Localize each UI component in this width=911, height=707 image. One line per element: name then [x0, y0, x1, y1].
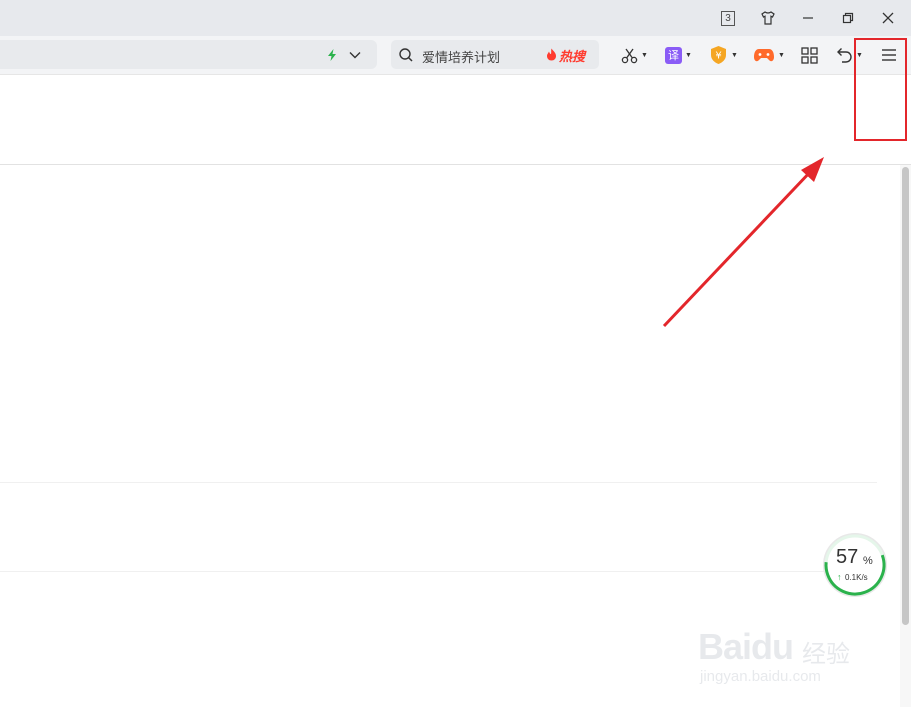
wallet-tool[interactable]: ¥ ▼	[709, 44, 738, 66]
watermark-sub: 经验	[802, 640, 850, 668]
chevron-down-icon: ▼	[731, 51, 738, 59]
content-divider	[0, 571, 877, 572]
lightning-icon	[328, 49, 336, 61]
close-icon	[882, 12, 894, 24]
watermark-url: jingyan.baidu.com	[700, 668, 821, 685]
translate-label: 译	[668, 48, 679, 62]
translate-icon: 译	[665, 46, 682, 64]
skin-button[interactable]	[756, 6, 780, 30]
fire-icon	[547, 48, 556, 61]
restore-button[interactable]	[836, 6, 860, 30]
shield-coin-icon: ¥	[711, 46, 726, 64]
search-input[interactable]: 爱情培养计划	[422, 47, 500, 66]
minimize-icon	[803, 17, 813, 19]
network-speed-widget[interactable]: 57 % ↑ 0.1K/s	[822, 532, 888, 598]
accelerate-button[interactable]	[323, 46, 341, 64]
baidu-watermark: Baidu 经验 jingyan.baidu.com	[698, 616, 868, 690]
scissors-icon	[621, 48, 638, 63]
speed-rate: 0.1K/s	[845, 573, 868, 582]
search-icon	[399, 48, 413, 62]
game-tool[interactable]: ▼	[753, 44, 785, 66]
minimize-button[interactable]	[796, 6, 820, 30]
chevron-down-icon: ▼	[778, 51, 785, 59]
watermark-brand: Baidu	[698, 626, 794, 667]
tab-count: 3	[721, 10, 735, 26]
upload-arrow-icon: ↑	[837, 572, 842, 582]
hot-search-label[interactable]: 热搜	[559, 46, 585, 65]
address-bar[interactable]	[0, 40, 377, 69]
gamepad-icon	[754, 48, 774, 61]
apps-button[interactable]	[801, 44, 818, 66]
screenshot-tool[interactable]: ▼	[621, 44, 648, 66]
undo-icon	[837, 48, 852, 63]
content-divider	[0, 482, 877, 483]
title-bar: 3	[0, 0, 911, 36]
translate-tool[interactable]: 译 ▼	[665, 44, 692, 66]
speed-percent-unit: %	[863, 555, 873, 567]
restore-icon	[842, 12, 854, 24]
address-dropdown-button[interactable]	[346, 46, 364, 64]
secondary-toolbar	[0, 75, 911, 105]
scrollbar-thumb[interactable]	[902, 167, 909, 625]
speed-percent-value: 57	[836, 546, 859, 568]
chevron-down-icon: ▼	[641, 51, 648, 59]
close-button[interactable]	[876, 6, 900, 30]
grid-icon	[801, 46, 818, 64]
wallet-label: ¥	[715, 51, 721, 62]
tab-count-button[interactable]: 3	[716, 6, 740, 30]
page-header-area	[0, 104, 911, 165]
annotation-highlight-box	[854, 38, 907, 141]
shirt-icon	[761, 11, 775, 25]
chevron-down-icon: ▼	[685, 51, 692, 59]
vertical-scrollbar[interactable]	[900, 165, 911, 707]
browser-toolbar: 爱情培养计划 热搜 ▼ 译 ▼ ¥ ▼ ▼ ▼	[0, 36, 911, 75]
chevron-down-icon	[349, 52, 361, 59]
search-box[interactable]: 爱情培养计划 热搜	[391, 40, 599, 69]
